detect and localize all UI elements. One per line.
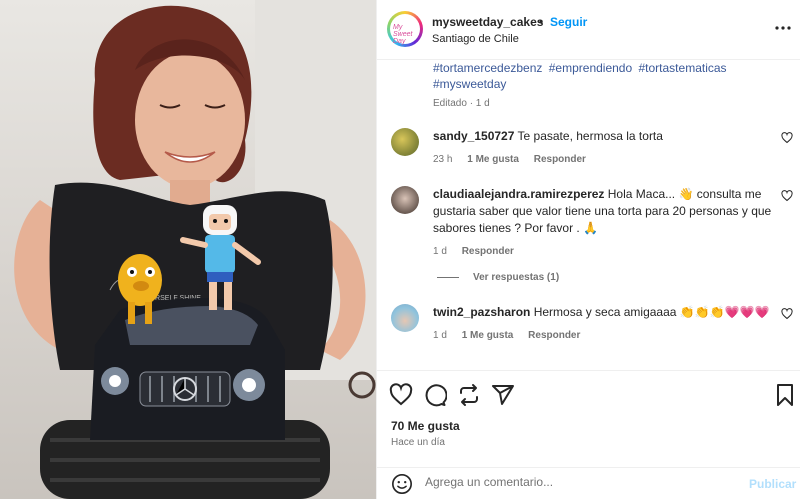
commenter-avatar[interactable] bbox=[391, 128, 419, 156]
hashtag-link[interactable]: #tortamercedezbenz bbox=[433, 61, 542, 75]
caption-edited-time: Editado · 1 d bbox=[433, 98, 490, 109]
heart-icon[interactable] bbox=[781, 308, 793, 320]
commenter-avatar[interactable] bbox=[391, 304, 419, 332]
comment-username[interactable]: twin2_pazsharon bbox=[433, 305, 530, 319]
bookmark-icon[interactable] bbox=[773, 383, 797, 407]
post-photo-illustration: URSELF SHINE bbox=[14, 0, 376, 499]
hashtag-link[interactable]: #emprendiendo bbox=[549, 61, 632, 75]
comment-time: 1 d bbox=[433, 246, 447, 257]
view-replies-label: Ver respuestas (1) bbox=[473, 272, 560, 283]
post-header: My Sweet Day mysweetday_cakes • Seguir S… bbox=[377, 0, 800, 60]
likes-count[interactable]: 70 Me gusta bbox=[391, 419, 460, 433]
publish-button[interactable]: Publicar bbox=[749, 477, 796, 491]
emoji-icon[interactable] bbox=[391, 473, 413, 495]
reply-button[interactable]: Responder bbox=[462, 246, 514, 257]
post-photo[interactable]: URSELF SHINE bbox=[0, 0, 376, 499]
comment-time: 23 h bbox=[433, 154, 453, 165]
replies-divider bbox=[437, 276, 459, 278]
hashtag-link[interactable]: #mysweetday bbox=[433, 77, 506, 91]
profile-avatar[interactable]: My Sweet Day bbox=[387, 11, 423, 47]
comment-likes[interactable]: 1 Me gusta bbox=[462, 330, 514, 341]
comment-username[interactable]: claudiaalejandra.ramirezperez bbox=[433, 187, 604, 201]
hashtag-link[interactable]: #tortastematicas bbox=[639, 61, 727, 75]
post-caption: #tortamercedezbenz #emprendiendo #tortas… bbox=[433, 60, 783, 109]
separator-dot: • bbox=[539, 15, 544, 29]
reply-button[interactable]: Responder bbox=[528, 330, 580, 341]
post-actions-section: 70 Me gusta Hace un día Publicar bbox=[377, 370, 800, 499]
share-icon[interactable] bbox=[457, 383, 481, 407]
comment-username[interactable]: sandy_150727 bbox=[433, 129, 514, 143]
reply-button[interactable]: Responder bbox=[534, 154, 586, 165]
post-detail-panel: My Sweet Day mysweetday_cakes • Seguir S… bbox=[376, 0, 800, 499]
post-location[interactable]: Santiago de Chile bbox=[432, 33, 519, 45]
post-time: Hace un día bbox=[391, 437, 445, 448]
commenter-avatar[interactable] bbox=[391, 186, 419, 214]
heart-icon[interactable] bbox=[389, 383, 413, 407]
send-icon[interactable] bbox=[491, 383, 515, 407]
view-replies-button[interactable]: Ver respuestas (1) bbox=[437, 272, 559, 283]
comment-text: Te pasate, hermosa la torta bbox=[517, 129, 663, 143]
avatar-logo-text: My Sweet Day bbox=[393, 24, 413, 45]
comment-likes[interactable]: 1 Me gusta bbox=[467, 154, 519, 165]
comment-time: 1 d bbox=[433, 330, 447, 341]
heart-icon[interactable] bbox=[781, 190, 793, 202]
comment-input[interactable] bbox=[425, 475, 725, 489]
more-options-icon[interactable] bbox=[775, 20, 791, 36]
comment-icon[interactable] bbox=[423, 383, 447, 407]
comment-text: Hermosa y seca amigaaaa 👏👏👏💗💗💗 bbox=[533, 305, 770, 319]
heart-icon[interactable] bbox=[781, 132, 793, 144]
follow-button[interactable]: Seguir bbox=[550, 15, 587, 29]
caption-hashtags: #tortamercedezbenz #emprendiendo #tortas… bbox=[433, 60, 783, 92]
add-comment-row: Publicar bbox=[377, 467, 800, 499]
profile-username[interactable]: mysweetday_cakes bbox=[432, 15, 543, 29]
